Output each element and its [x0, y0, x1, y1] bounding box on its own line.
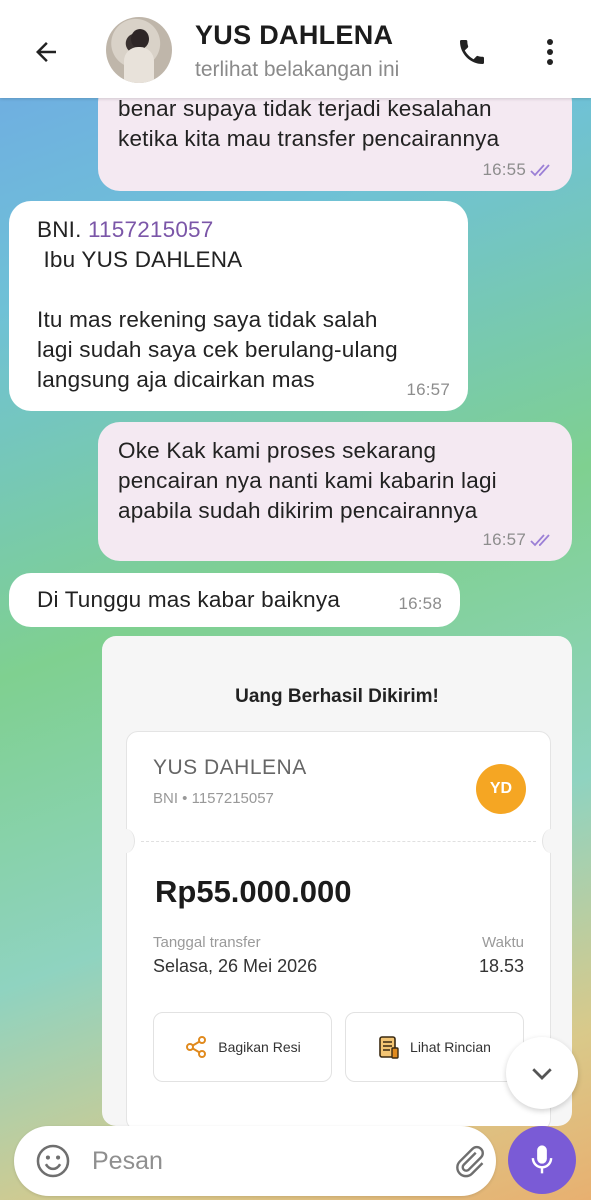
receipt-card: YUS DAHLENA BNI • 1157215057 YD Rp55.000…: [117, 731, 560, 1126]
scroll-to-bottom-button[interactable]: [506, 1037, 578, 1109]
date-value: Selasa, 26 Mei 2026: [153, 956, 318, 976]
message-line: benar supaya tidak terjadi kesalahan: [118, 96, 492, 121]
message-line: Ibu YUS DAHLENA: [37, 247, 243, 272]
account-number-link[interactable]: 1157215057: [88, 217, 213, 242]
chevron-down-icon: [532, 1068, 552, 1080]
bank-name: BNI.: [37, 217, 89, 242]
date-label: Tanggal transfer: [153, 934, 261, 951]
message-bubble-incoming[interactable]: Di Tunggu mas kabar baiknya 16:58: [9, 573, 460, 627]
share-receipt-label: Bagikan Resi: [218, 1039, 301, 1055]
contact-name[interactable]: YUS DAHLENA: [195, 20, 393, 51]
share-receipt-button[interactable]: Bagikan Resi: [153, 1012, 332, 1082]
message-meta: 16:57: [406, 375, 450, 405]
mic-icon: [531, 1145, 553, 1174]
transfer-receipt-image[interactable]: Uang Berhasil Dikirim! YUS DAHLENA BNI •…: [102, 636, 572, 1126]
emoji-button[interactable]: [32, 1140, 74, 1182]
avatar[interactable]: [106, 17, 172, 83]
share-icon: [186, 1036, 207, 1058]
message-line: ketika kita mau transfer pencairannya: [118, 126, 500, 151]
payee-initials-badge: YD: [476, 764, 526, 814]
message-composer: [14, 1126, 496, 1196]
message-bubble-outgoing[interactable]: Oke Kak kami proses sekarang pencairan n…: [98, 422, 572, 561]
message-meta: 16:58: [398, 589, 442, 619]
view-details-button[interactable]: Lihat Rincian: [345, 1012, 524, 1082]
message-meta: 16:55: [482, 155, 556, 185]
message-time: 16:58: [398, 594, 442, 613]
double-check-icon: [530, 534, 550, 547]
message-line: pencairan nya nanti kami kabarin lagi: [118, 468, 497, 493]
phone-icon: [460, 40, 484, 64]
message-line: lagi sudah saya cek berulang-ulang: [37, 337, 398, 362]
back-arrow-icon: [36, 42, 56, 62]
message-line: apabila sudah dikirim pencairannya: [118, 498, 478, 523]
back-button[interactable]: [24, 30, 68, 74]
message-line: Oke Kak kami proses sekarang: [118, 438, 437, 463]
emoji-icon: [36, 1144, 70, 1178]
paperclip-icon: [456, 1145, 484, 1178]
message-line: Itu mas rekening saya tidak salah: [37, 307, 378, 332]
message-line: Di Tunggu mas kabar baiknya: [37, 587, 341, 612]
message-input[interactable]: [92, 1140, 422, 1182]
view-details-label: Lihat Rincian: [410, 1039, 491, 1055]
payee-account: BNI • 1157215057: [153, 790, 274, 807]
more-options-button[interactable]: [530, 30, 570, 74]
receipt-title: Uang Berhasil Dikirim!: [235, 686, 439, 707]
transfer-amount: Rp55.000.000: [155, 874, 352, 909]
message-meta: 16:57: [482, 525, 556, 555]
chat-header: YUS DAHLENA terlihat belakangan ini: [0, 0, 591, 98]
message-line: langsung aja dicairkan mas: [37, 367, 315, 392]
time-value: 18.53: [478, 956, 524, 976]
payee-name: YUS DAHLENA: [153, 756, 307, 779]
voice-record-button[interactable]: [508, 1126, 576, 1194]
message-line: BNI. 1157215057: [37, 215, 448, 245]
message-line: [37, 275, 448, 305]
contact-status: terlihat belakangan ini: [195, 58, 400, 81]
double-check-icon: [530, 164, 550, 177]
time-label: Waktu: [482, 934, 524, 951]
divider: [141, 841, 536, 842]
message-time: 16:57: [482, 530, 526, 549]
message-time: 16:57: [406, 380, 450, 399]
message-time: 16:55: [482, 160, 526, 179]
more-vert-icon: [547, 39, 553, 65]
attach-button[interactable]: [448, 1140, 490, 1182]
receipt-icon: [379, 1036, 399, 1059]
call-button[interactable]: [450, 30, 494, 74]
message-bubble-incoming[interactable]: BNI. 1157215057 Ibu YUS DAHLENA Itu mas …: [9, 201, 468, 411]
